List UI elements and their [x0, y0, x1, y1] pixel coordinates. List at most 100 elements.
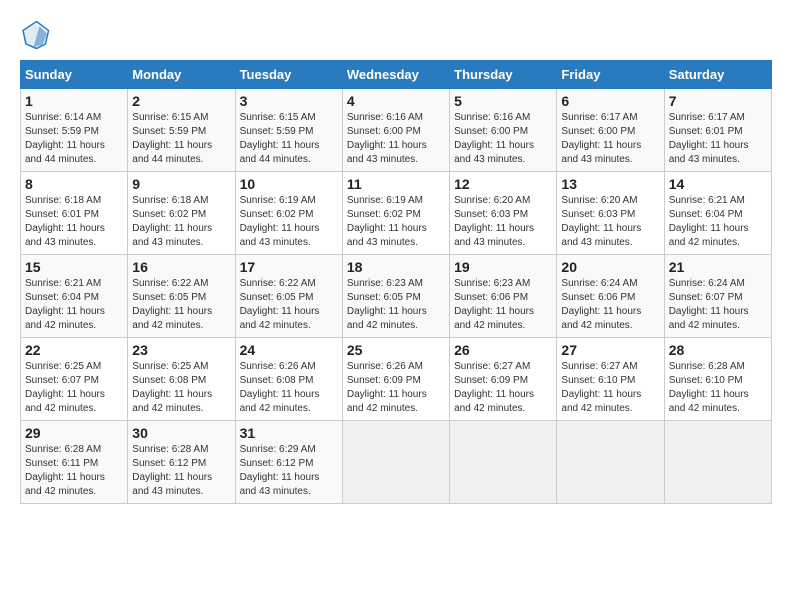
day-info: Sunrise: 6:17 AM Sunset: 6:00 PM Dayligh… [561, 111, 659, 167]
calendar-cell: 15 Sunrise: 6:21 AM Sunset: 6:04 PM Dayli… [21, 255, 128, 338]
day-info: Sunrise: 6:29 AM Sunset: 6:12 PM Dayligh… [240, 443, 338, 499]
calendar-cell: 12 Sunrise: 6:20 AM Sunset: 6:03 PM Dayli… [450, 172, 557, 255]
day-info: Sunrise: 6:16 AM Sunset: 6:00 PM Dayligh… [347, 111, 445, 167]
day-number: 31 [240, 425, 338, 441]
calendar-cell: 31 Sunrise: 6:29 AM Sunset: 6:12 PM Dayli… [235, 421, 342, 504]
calendar-cell: 7Sunrise: 6:17 AM Sunset: 6:01 PM Daylig… [664, 89, 771, 172]
calendar-cell: 30 Sunrise: 6:28 AM Sunset: 6:12 PM Dayli… [128, 421, 235, 504]
day-number: 6 [561, 93, 659, 109]
calendar-cell: 9 Sunrise: 6:18 AM Sunset: 6:02 PM Daylig… [128, 172, 235, 255]
day-info: Sunrise: 6:21 AM Sunset: 6:04 PM Dayligh… [25, 277, 123, 333]
day-number: 30 [132, 425, 230, 441]
day-info: Sunrise: 6:22 AM Sunset: 6:05 PM Dayligh… [132, 277, 230, 333]
calendar-cell: 3 Sunrise: 6:15 AM Sunset: 5:59 PM Daylig… [235, 89, 342, 172]
calendar-cell: 6 Sunrise: 6:17 AM Sunset: 6:00 PM Daylig… [557, 89, 664, 172]
calendar-week-row: 1 Sunrise: 6:14 AM Sunset: 5:59 PM Daylig… [21, 89, 772, 172]
day-info: Sunrise: 6:28 AM Sunset: 6:12 PM Dayligh… [132, 443, 230, 499]
calendar-cell: 28 Sunrise: 6:28 AM Sunset: 6:10 PM Dayli… [664, 338, 771, 421]
day-number: 19 [454, 259, 552, 275]
day-info: Sunrise: 6:15 AM Sunset: 5:59 PM Dayligh… [240, 111, 338, 167]
calendar-table: SundayMondayTuesdayWednesdayThursdayFrid… [20, 60, 772, 504]
calendar-cell: 8 Sunrise: 6:18 AM Sunset: 6:01 PM Daylig… [21, 172, 128, 255]
calendar-cell: 4Sunrise: 6:16 AM Sunset: 6:00 PM Daylig… [342, 89, 449, 172]
calendar-week-row: 8 Sunrise: 6:18 AM Sunset: 6:01 PM Daylig… [21, 172, 772, 255]
day-number: 20 [561, 259, 659, 275]
calendar-cell: 13 Sunrise: 6:20 AM Sunset: 6:03 PM Dayli… [557, 172, 664, 255]
day-number: 7 [669, 93, 767, 109]
calendar-cell [557, 421, 664, 504]
day-number: 2 [132, 93, 230, 109]
day-number: 9 [132, 176, 230, 192]
calendar-cell: 29Sunrise: 6:28 AM Sunset: 6:11 PM Dayli… [21, 421, 128, 504]
day-number: 15 [25, 259, 123, 275]
calendar-cell [450, 421, 557, 504]
weekday-header: Friday [557, 61, 664, 89]
day-number: 26 [454, 342, 552, 358]
calendar-cell [664, 421, 771, 504]
day-number: 8 [25, 176, 123, 192]
calendar-cell: 11 Sunrise: 6:19 AM Sunset: 6:02 PM Dayli… [342, 172, 449, 255]
weekday-header: Saturday [664, 61, 771, 89]
day-info: Sunrise: 6:15 AM Sunset: 5:59 PM Dayligh… [132, 111, 230, 167]
calendar-cell: 2 Sunrise: 6:15 AM Sunset: 5:59 PM Daylig… [128, 89, 235, 172]
day-info: Sunrise: 6:18 AM Sunset: 6:01 PM Dayligh… [25, 194, 123, 250]
day-info: Sunrise: 6:20 AM Sunset: 6:03 PM Dayligh… [561, 194, 659, 250]
day-number: 14 [669, 176, 767, 192]
day-info: Sunrise: 6:19 AM Sunset: 6:02 PM Dayligh… [240, 194, 338, 250]
day-info: Sunrise: 6:23 AM Sunset: 6:06 PM Dayligh… [454, 277, 552, 333]
day-info: Sunrise: 6:25 AM Sunset: 6:07 PM Dayligh… [25, 360, 123, 416]
day-info: Sunrise: 6:19 AM Sunset: 6:02 PM Dayligh… [347, 194, 445, 250]
day-info: Sunrise: 6:14 AM Sunset: 5:59 PM Dayligh… [25, 111, 123, 167]
calendar-cell: 14 Sunrise: 6:21 AM Sunset: 6:04 PM Dayli… [664, 172, 771, 255]
calendar-cell: 18Sunrise: 6:23 AM Sunset: 6:05 PM Dayli… [342, 255, 449, 338]
day-number: 24 [240, 342, 338, 358]
day-number: 25 [347, 342, 445, 358]
logo [20, 20, 54, 50]
day-number: 10 [240, 176, 338, 192]
day-info: Sunrise: 6:22 AM Sunset: 6:05 PM Dayligh… [240, 277, 338, 333]
day-number: 12 [454, 176, 552, 192]
day-number: 3 [240, 93, 338, 109]
calendar-cell: 25Sunrise: 6:26 AM Sunset: 6:09 PM Dayli… [342, 338, 449, 421]
day-info: Sunrise: 6:27 AM Sunset: 6:09 PM Dayligh… [454, 360, 552, 416]
day-number: 21 [669, 259, 767, 275]
calendar-cell: 19 Sunrise: 6:23 AM Sunset: 6:06 PM Dayli… [450, 255, 557, 338]
calendar-cell: 27 Sunrise: 6:27 AM Sunset: 6:10 PM Dayli… [557, 338, 664, 421]
calendar-week-row: 22 Sunrise: 6:25 AM Sunset: 6:07 PM Dayli… [21, 338, 772, 421]
day-number: 11 [347, 176, 445, 192]
calendar-cell: 10 Sunrise: 6:19 AM Sunset: 6:02 PM Dayli… [235, 172, 342, 255]
day-number: 27 [561, 342, 659, 358]
day-number: 16 [132, 259, 230, 275]
day-number: 13 [561, 176, 659, 192]
day-info: Sunrise: 6:21 AM Sunset: 6:04 PM Dayligh… [669, 194, 767, 250]
day-number: 17 [240, 259, 338, 275]
day-info: Sunrise: 6:24 AM Sunset: 6:07 PM Dayligh… [669, 277, 767, 333]
day-info: Sunrise: 6:25 AM Sunset: 6:08 PM Dayligh… [132, 360, 230, 416]
calendar-cell: 22 Sunrise: 6:25 AM Sunset: 6:07 PM Dayli… [21, 338, 128, 421]
weekday-header: Monday [128, 61, 235, 89]
calendar-cell: 23Sunrise: 6:25 AM Sunset: 6:08 PM Dayli… [128, 338, 235, 421]
day-info: Sunrise: 6:20 AM Sunset: 6:03 PM Dayligh… [454, 194, 552, 250]
calendar-week-row: 29Sunrise: 6:28 AM Sunset: 6:11 PM Dayli… [21, 421, 772, 504]
day-number: 1 [25, 93, 123, 109]
day-number: 5 [454, 93, 552, 109]
calendar-cell: 24 Sunrise: 6:26 AM Sunset: 6:08 PM Dayli… [235, 338, 342, 421]
calendar-cell: 16 Sunrise: 6:22 AM Sunset: 6:05 PM Dayli… [128, 255, 235, 338]
day-number: 29 [25, 425, 123, 441]
weekday-header: Thursday [450, 61, 557, 89]
day-number: 22 [25, 342, 123, 358]
calendar-cell: 17 Sunrise: 6:22 AM Sunset: 6:05 PM Dayli… [235, 255, 342, 338]
weekday-header-row: SundayMondayTuesdayWednesdayThursdayFrid… [21, 61, 772, 89]
day-info: Sunrise: 6:27 AM Sunset: 6:10 PM Dayligh… [561, 360, 659, 416]
calendar-week-row: 15 Sunrise: 6:21 AM Sunset: 6:04 PM Dayli… [21, 255, 772, 338]
day-info: Sunrise: 6:23 AM Sunset: 6:05 PM Dayligh… [347, 277, 445, 333]
day-info: Sunrise: 6:26 AM Sunset: 6:08 PM Dayligh… [240, 360, 338, 416]
day-info: Sunrise: 6:28 AM Sunset: 6:10 PM Dayligh… [669, 360, 767, 416]
day-info: Sunrise: 6:24 AM Sunset: 6:06 PM Dayligh… [561, 277, 659, 333]
day-info: Sunrise: 6:16 AM Sunset: 6:00 PM Dayligh… [454, 111, 552, 167]
calendar-cell: 20 Sunrise: 6:24 AM Sunset: 6:06 PM Dayli… [557, 255, 664, 338]
day-number: 28 [669, 342, 767, 358]
page-header [20, 20, 772, 50]
day-info: Sunrise: 6:18 AM Sunset: 6:02 PM Dayligh… [132, 194, 230, 250]
weekday-header: Sunday [21, 61, 128, 89]
